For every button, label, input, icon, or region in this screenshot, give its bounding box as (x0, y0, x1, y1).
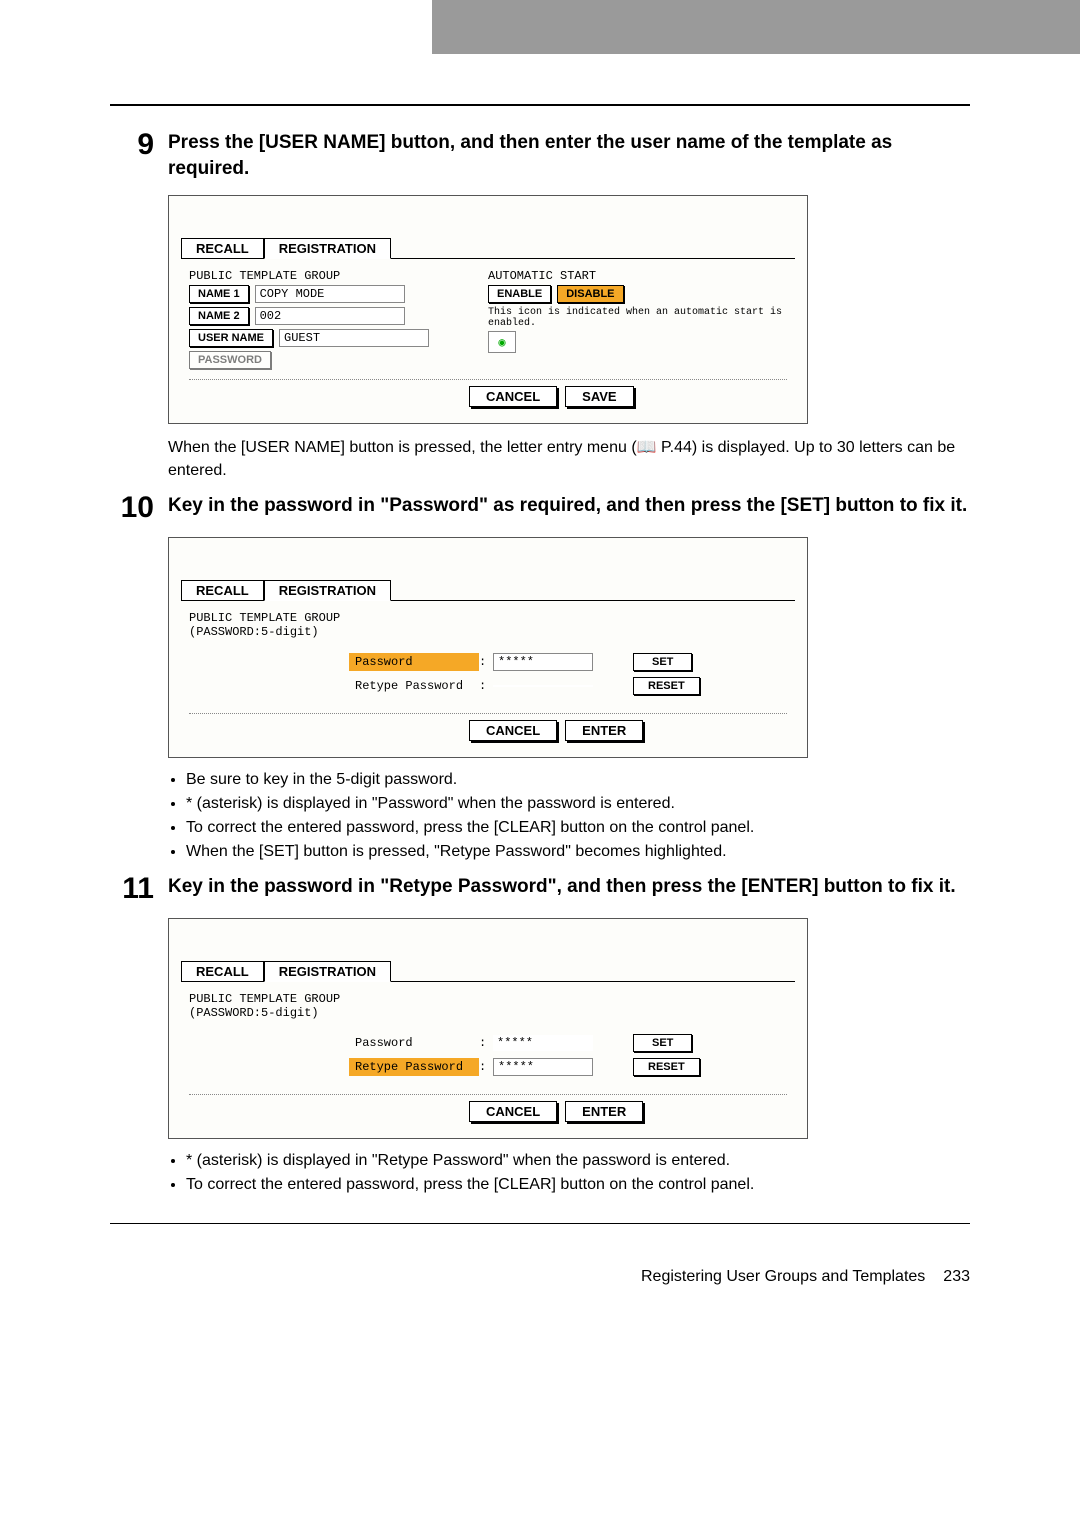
tab-recall-10[interactable]: RECALL (181, 580, 264, 601)
step-9-number: 9 (110, 130, 168, 181)
save-button[interactable]: SAVE (565, 386, 633, 407)
autostart-icon: ◉ (488, 331, 516, 353)
group-label-10: PUBLIC TEMPLATE GROUP (189, 611, 787, 625)
step-11-number: 11 (110, 874, 168, 904)
autostart-note: This icon is indicated when an automatic… (488, 307, 787, 329)
tab-registration-10[interactable]: REGISTRATION (264, 580, 391, 601)
step-10: 10 Key in the password in "Password" as … (110, 493, 970, 523)
enter-button-10[interactable]: ENTER (565, 720, 643, 741)
password-field-10[interactable]: ***** (493, 653, 593, 671)
password-label-11: Password (349, 1034, 479, 1052)
page-content: 9 Press the [USER NAME] button, and then… (0, 54, 1080, 1268)
step-9: 9 Press the [USER NAME] button, and then… (110, 130, 970, 181)
retype-field-11[interactable]: ***** (493, 1058, 593, 1076)
name2-button[interactable]: NAME 2 (189, 307, 249, 325)
colon3: : (479, 1036, 493, 1050)
set-button-10[interactable]: SET (633, 653, 692, 671)
cancel-button-11[interactable]: CANCEL (469, 1101, 557, 1122)
step-9-text: Press the [USER NAME] button, and then e… (168, 130, 970, 181)
password-field-11[interactable]: ***** (493, 1035, 593, 1051)
reset-button-10[interactable]: RESET (633, 677, 700, 695)
bullet: * (asterisk) is displayed in "Password" … (186, 792, 970, 816)
footer-page: 233 (943, 1268, 970, 1286)
autostart-label: AUTOMATIC START (488, 269, 787, 283)
step-11: 11 Key in the password in "Retype Passwo… (110, 874, 970, 904)
tab-registration-11[interactable]: REGISTRATION (264, 961, 391, 982)
retype-field-10[interactable] (493, 685, 593, 687)
panel-screenshot-11: RECALL REGISTRATION PUBLIC TEMPLATE GROU… (168, 918, 808, 1139)
group-label-11: PUBLIC TEMPLATE GROUP (189, 992, 787, 1006)
colon4: : (479, 1060, 493, 1074)
password-button[interactable]: PASSWORD (189, 351, 271, 369)
colon2: : (479, 679, 493, 693)
reset-button-11[interactable]: RESET (633, 1058, 700, 1076)
password-label-10: Password (349, 653, 479, 671)
bullet: * (asterisk) is displayed in "Retype Pas… (186, 1149, 970, 1173)
step-10-number: 10 (110, 493, 168, 523)
bullet: To correct the entered password, press t… (186, 816, 970, 840)
tab-recall[interactable]: RECALL (181, 238, 264, 259)
set-button-11[interactable]: SET (633, 1034, 692, 1052)
username-field[interactable]: GUEST (279, 329, 429, 347)
tab-recall-11[interactable]: RECALL (181, 961, 264, 982)
page-footer: Registering User Groups and Templates 23… (0, 1268, 1080, 1316)
top-rule (110, 104, 970, 106)
tab-registration[interactable]: REGISTRATION (264, 238, 391, 259)
tabs-row: RECALL REGISTRATION (181, 238, 795, 259)
retype-label-10: Retype Password (349, 677, 479, 695)
panel-screenshot-10: RECALL REGISTRATION PUBLIC TEMPLATE GROU… (168, 537, 808, 758)
pw-sub-11: (PASSWORD:5-digit) (189, 1006, 787, 1020)
footer-title: Registering User Groups and Templates (641, 1268, 925, 1286)
colon: : (479, 655, 493, 669)
name2-field[interactable]: 002 (255, 307, 405, 325)
bullet: When the [SET] button is pressed, "Retyp… (186, 840, 970, 864)
enter-button-11[interactable]: ENTER (565, 1101, 643, 1122)
panel-screenshot-9: RECALL REGISTRATION PUBLIC TEMPLATE GROU… (168, 195, 808, 424)
cancel-button[interactable]: CANCEL (469, 386, 557, 407)
step-9-note: When the [USER NAME] button is pressed, … (168, 436, 970, 482)
step-11-bullets: * (asterisk) is displayed in "Retype Pas… (168, 1149, 970, 1197)
tabs-row-10: RECALL REGISTRATION (181, 580, 795, 601)
pw-sub-10: (PASSWORD:5-digit) (189, 625, 787, 639)
username-button[interactable]: USER NAME (189, 329, 273, 347)
name1-button[interactable]: NAME 1 (189, 285, 249, 303)
group-label: PUBLIC TEMPLATE GROUP (189, 269, 488, 283)
enable-button[interactable]: ENABLE (488, 285, 551, 303)
bottom-rule (110, 1223, 970, 1224)
header-bar (0, 0, 1080, 54)
name1-field[interactable]: COPY MODE (255, 285, 405, 303)
step-11-text: Key in the password in "Retype Password"… (168, 874, 956, 904)
cancel-button-10[interactable]: CANCEL (469, 720, 557, 741)
bullet: Be sure to key in the 5-digit password. (186, 768, 970, 792)
tabs-row-11: RECALL REGISTRATION (181, 961, 795, 982)
disable-button[interactable]: DISABLE (557, 285, 623, 303)
step-10-bullets: Be sure to key in the 5-digit password. … (168, 768, 970, 864)
retype-label-11: Retype Password (349, 1058, 479, 1076)
bullet: To correct the entered password, press t… (186, 1173, 970, 1197)
play-icon: ◉ (498, 335, 505, 350)
step-10-text: Key in the password in "Password" as req… (168, 493, 967, 523)
